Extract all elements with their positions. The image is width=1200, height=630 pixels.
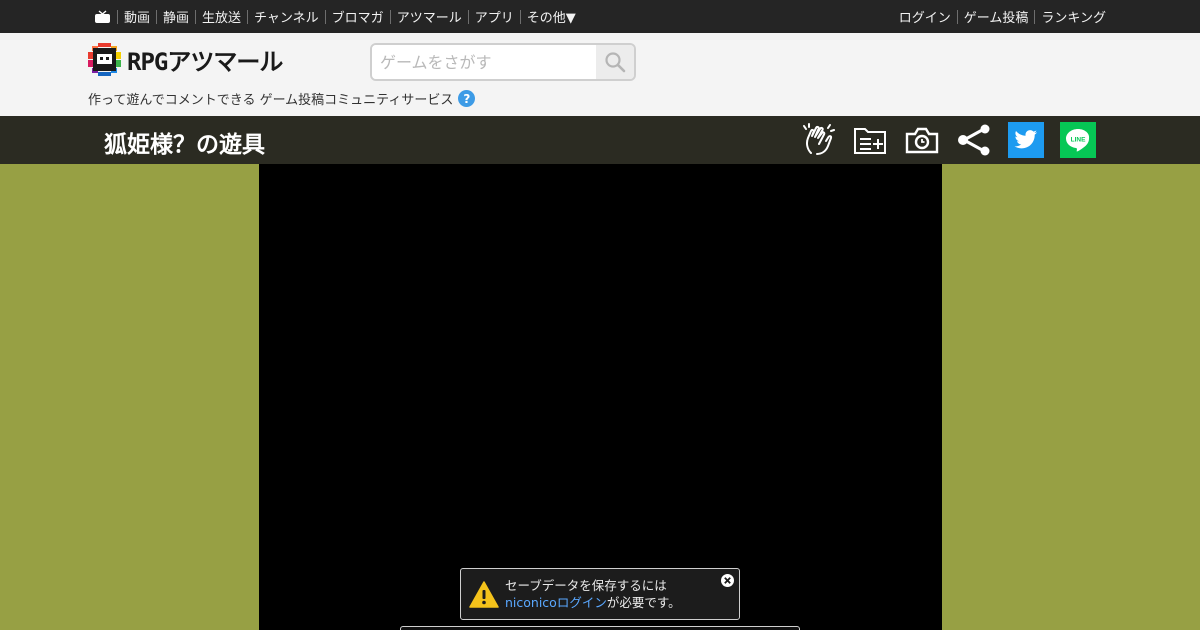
share-icon[interactable] <box>956 122 992 158</box>
nav-separator <box>389 9 391 24</box>
screenshot-icon[interactable] <box>904 122 940 158</box>
nav-app[interactable]: アプリ <box>475 7 514 26</box>
rpg-atsumaru-logo[interactable]: RPGアツマール <box>88 42 343 76</box>
logo-text: RPGアツマール <box>127 47 283 76</box>
clap-icon[interactable] <box>800 122 836 158</box>
game-canvas[interactable] <box>259 164 942 630</box>
notice-line2-suffix: が必要です。 <box>606 595 681 610</box>
game-title-bar: 狐姫様？の遊具 LINE <box>0 116 1200 164</box>
search-input[interactable] <box>372 45 598 79</box>
game-title: 狐姫様？の遊具 <box>104 132 265 158</box>
site-header: RPGアツマール 作って遊んでコメントできる ゲーム投稿コミュニティサービス ? <box>0 33 1200 116</box>
nav-separator <box>1034 9 1036 24</box>
nav-separator <box>117 9 118 24</box>
nav-separator <box>467 9 469 24</box>
line-icon[interactable]: LINE <box>1060 122 1096 158</box>
notice-line1: セーブデータを保存するには <box>505 578 667 593</box>
logo-mascot-icon <box>88 42 121 76</box>
nicobar: 動画 静画 生放送 チャンネル ブロマガ アツマール アプリ その他▼ ログイン… <box>0 0 1200 33</box>
niconico-login-link[interactable]: niconicoログイン <box>505 595 607 610</box>
nicobar-left: 動画 静画 生放送 チャンネル ブロマガ アツマール アプリ その他▼ <box>94 0 576 33</box>
line-label: LINE <box>1071 137 1086 144</box>
nav-separator <box>324 9 326 24</box>
nav-separator <box>247 9 249 24</box>
login-link[interactable]: ログイン <box>899 7 951 26</box>
search-box <box>370 43 636 81</box>
nav-blomaga[interactable]: ブロマガ <box>332 7 384 26</box>
nav-separator <box>156 9 158 24</box>
warning-icon <box>469 581 499 608</box>
post-game-link[interactable]: ゲーム投稿 <box>964 7 1029 26</box>
secondary-notice-edge <box>400 626 800 630</box>
close-icon[interactable] <box>720 573 735 588</box>
niconico-tv-icon[interactable] <box>94 9 111 24</box>
nav-separator <box>195 9 197 24</box>
add-to-list-icon[interactable] <box>852 122 888 158</box>
search-icon <box>605 52 626 73</box>
nav-atsumaru[interactable]: アツマール <box>397 7 462 26</box>
nav-separator <box>956 9 958 24</box>
tagline: 作って遊んでコメントできる ゲーム投稿コミュニティサービス ? <box>88 89 476 108</box>
help-icon[interactable]: ? <box>458 90 476 107</box>
ranking-link[interactable]: ランキング <box>1041 7 1106 26</box>
nicobar-right: ログイン ゲーム投稿 ランキング <box>899 0 1106 33</box>
nav-more-dropdown[interactable]: その他▼ <box>527 7 576 26</box>
nav-live[interactable]: 生放送 <box>202 7 241 26</box>
notice-text: セーブデータを保存するには niconicoログインが必要です。 <box>505 577 681 611</box>
nav-seiga[interactable]: 静画 <box>163 7 189 26</box>
search-button[interactable] <box>596 45 634 79</box>
nav-video[interactable]: 動画 <box>124 7 150 26</box>
tagline-text: 作って遊んでコメントできる ゲーム投稿コミュニティサービス <box>88 93 454 108</box>
twitter-icon[interactable] <box>1008 122 1044 158</box>
notice-line2: niconicoログインが必要です。 <box>505 594 681 611</box>
nav-channel[interactable]: チャンネル <box>254 7 319 26</box>
save-login-notice: セーブデータを保存するには niconicoログインが必要です。 <box>460 568 740 620</box>
nav-separator <box>519 9 521 24</box>
